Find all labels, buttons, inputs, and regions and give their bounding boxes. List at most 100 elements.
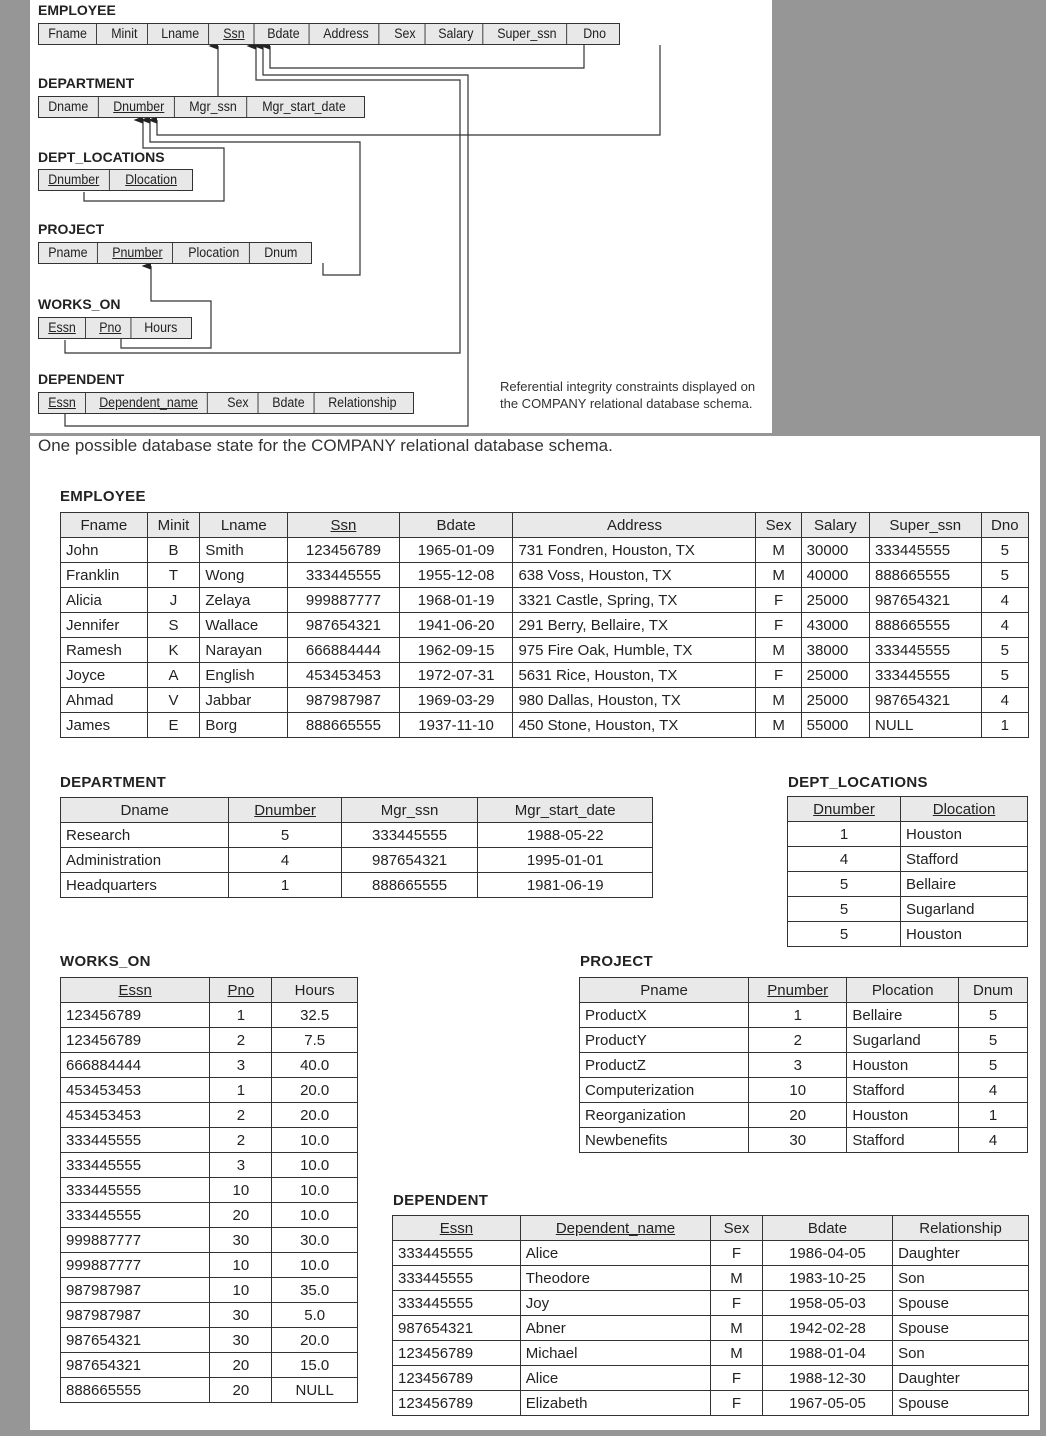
- table-cell: 333445555: [59, 1177, 211, 1203]
- table-cell: 20: [209, 1202, 273, 1228]
- table-row: 333445555 10 10.0: [59, 1177, 358, 1203]
- table-cell: 453453453: [59, 1102, 211, 1128]
- table-cell: Michael: [519, 1340, 712, 1366]
- table-cell: Bellaire: [846, 1002, 960, 1028]
- table-cell: 333445555: [392, 1240, 521, 1266]
- table-cell: 123456789: [392, 1390, 521, 1416]
- schema-attribute: Pno: [90, 318, 132, 338]
- table-cell: 3: [209, 1152, 273, 1178]
- table-cell: 10.0: [271, 1177, 358, 1203]
- table-cell: Spouse: [892, 1390, 1029, 1416]
- table-cell: 1972-07-31: [398, 662, 514, 688]
- table-cell: Sugarland: [900, 896, 1028, 922]
- table-cell: Reorganization: [578, 1102, 750, 1128]
- table-row: 333445555 Alice F 1986-04-05 Daughter: [392, 1240, 1029, 1266]
- department-table: Dname Dnumber Mgr_ssn Mgr_start_date Researc…: [59, 797, 653, 898]
- schema-department: Dname Dnumber Mgr_ssn Mgr_start_date: [38, 96, 365, 118]
- table-row: 5 Bellaire: [786, 871, 1028, 897]
- table-cell: Houston: [900, 921, 1028, 947]
- table-cell: 1: [958, 1102, 1028, 1128]
- table-row: 333445555 Joy F 1958-05-03 Spouse: [392, 1290, 1029, 1316]
- table-cell: M: [755, 537, 802, 563]
- table-cell: 3: [209, 1052, 273, 1078]
- table-cell: M: [755, 687, 802, 713]
- table-cell: 20: [209, 1377, 273, 1403]
- table-cell: Administration: [59, 847, 230, 873]
- table-cell: Newbenefits: [578, 1127, 750, 1153]
- table-cell: Stafford: [846, 1127, 960, 1153]
- column-header: Address: [512, 512, 757, 538]
- table-cell: A: [146, 662, 201, 688]
- table-header-row: Dnumber Dlocation: [786, 796, 1028, 822]
- schema-attribute: Plocation: [179, 243, 249, 263]
- column-header: Pname: [578, 977, 750, 1003]
- table-cell: 5: [958, 1027, 1028, 1053]
- table-cell: 999887777: [287, 587, 400, 613]
- table-cell: 25000: [800, 662, 870, 688]
- schema-employee: Fname Minit Lname Ssn Bdate Address Sex Salary S…: [38, 23, 620, 45]
- table-row: 123456789 Elizabeth F 1967-05-05 Spouse: [392, 1390, 1029, 1416]
- table-cell: 2: [748, 1027, 848, 1053]
- table-cell: 25000: [800, 687, 870, 713]
- dept-locations-table: Dnumber Dlocation 1 Houston 4 Stafford 5 Bellai…: [786, 796, 1028, 947]
- table-row: 453453453 1 20.0: [59, 1077, 358, 1103]
- table-cell: 1983-10-25: [761, 1265, 894, 1291]
- table-row: Research 5 333445555 1988-05-22: [59, 822, 653, 848]
- table-cell: 4: [980, 587, 1030, 613]
- table-row: 123456789 2 7.5: [59, 1027, 358, 1053]
- schema-attribute: Relationship: [328, 395, 397, 410]
- table-cell: Spouse: [892, 1290, 1029, 1316]
- table-cell: John: [60, 537, 148, 563]
- table-cell: Headquarters: [59, 872, 230, 898]
- table-cell: 1: [980, 712, 1030, 738]
- table-cell: 291 Berry, Bellaire, TX: [512, 612, 757, 638]
- table-row: 666884444 3 40.0: [59, 1052, 358, 1078]
- table-row: 987987987 10 35.0: [59, 1277, 358, 1303]
- schema-attribute: Dlocation: [124, 172, 177, 187]
- table-cell: 333445555: [340, 822, 479, 848]
- schema-attribute: Pname: [39, 243, 98, 263]
- table-row: 123456789 Michael M 1988-01-04 Son: [392, 1340, 1029, 1366]
- table-cell: T: [146, 562, 201, 588]
- arrow-workson-essn-to-ssn: [64, 42, 461, 354]
- table-cell: 987654321: [59, 1327, 211, 1353]
- table-cell: 4: [980, 687, 1030, 713]
- table-cell: Zelaya: [199, 587, 289, 613]
- table-cell: 333445555: [59, 1202, 211, 1228]
- table-cell: 450 Stone, Houston, TX: [512, 712, 757, 738]
- column-header: Dno: [980, 512, 1030, 538]
- column-header: Lname: [199, 512, 289, 538]
- table-cell: 1988-12-30: [761, 1365, 894, 1391]
- table-cell: 123456789: [392, 1365, 521, 1391]
- schema-attribute: Lname: [152, 24, 209, 44]
- table-cell: 1: [228, 872, 342, 898]
- table-cell: 30: [209, 1302, 273, 1328]
- table-cell: 666884444: [287, 637, 400, 663]
- table-row: Franklin T Wong 333445555 1955-12-08 638 Voss…: [60, 562, 1030, 588]
- table-cell: Houston: [846, 1052, 960, 1078]
- table-cell: Elizabeth: [519, 1390, 712, 1416]
- table-cell: 32.5: [271, 1002, 358, 1028]
- table-cell: M: [755, 562, 802, 588]
- table-cell: 333445555: [59, 1152, 211, 1178]
- column-header: Dlocation: [900, 796, 1028, 822]
- column-header: Bdate: [398, 512, 514, 538]
- table-cell: ProductY: [578, 1027, 750, 1053]
- schema-attribute: Hours: [144, 320, 178, 335]
- table-cell: Wallace: [199, 612, 289, 638]
- schema-attribute: Salary: [429, 24, 484, 44]
- table-cell: 123456789: [59, 1002, 211, 1028]
- schema-attribute: Address: [314, 24, 380, 44]
- table-cell: 1: [786, 821, 902, 847]
- table-cell: 888665555: [868, 562, 982, 588]
- column-header: Plocation: [846, 977, 960, 1003]
- table-cell: Stafford: [846, 1077, 960, 1103]
- schema-attribute: Sex: [218, 393, 260, 413]
- schema-diagram-panel: EMPLOYEE Fname Minit Lname Ssn Bdate Address S…: [30, 0, 772, 433]
- table-cell: NULL: [868, 712, 982, 738]
- table-cell: 1965-01-09: [398, 537, 514, 563]
- column-header: Mgr_ssn: [340, 797, 479, 823]
- schema-attribute: Super_ssn: [488, 24, 568, 44]
- table-cell: 975 Fire Oak, Humble, TX: [512, 637, 757, 663]
- schema-attribute: Dnumber: [104, 97, 174, 117]
